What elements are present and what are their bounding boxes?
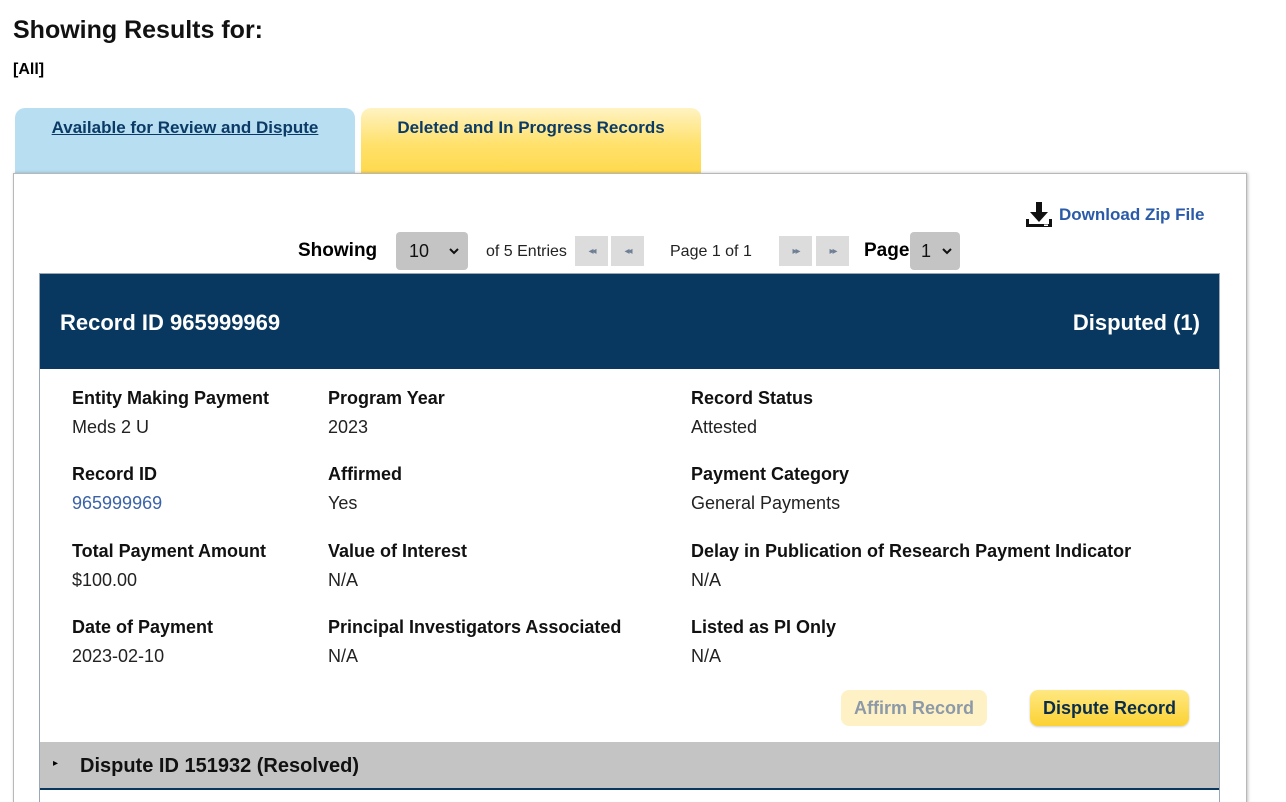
affirm-record-button[interactable]: Affirm Record <box>841 690 987 726</box>
field-date-of-payment: Date of Payment 2023-02-10 <box>72 616 213 667</box>
field-total-payment: Total Payment Amount $100.00 <box>72 540 266 591</box>
pagination-bar: Showing 10 of 5 Entries ◂◂ ◂◂ Page 1 of … <box>0 232 1286 270</box>
dispute-record-button[interactable]: Dispute Record <box>1030 690 1189 726</box>
first-page-icon: ◂◂ <box>588 245 596 257</box>
expand-triangle-icon: ▸ <box>53 758 59 769</box>
field-label: Program Year <box>328 388 445 408</box>
dispute-title: Dispute ID 151932 (Resolved) <box>80 755 359 777</box>
showing-label: Showing <box>298 240 378 261</box>
field-value: N/A <box>691 646 722 666</box>
dispute-status: Disputed (1) <box>1072 310 1200 335</box>
record-header: Record ID 965999969 Disputed (1) <box>40 274 1219 369</box>
field-value: N/A <box>328 570 359 590</box>
page-number-value: 1 <box>921 240 932 261</box>
field-value: 2023-02-10 <box>72 646 165 666</box>
page-indicator: Page 1 of 1 <box>670 243 752 260</box>
tab-available-for-review[interactable]: Available for Review and Dispute <box>15 108 355 174</box>
field-label: Record ID <box>72 464 158 484</box>
field-value: $100.00 <box>72 570 138 590</box>
page-size-value: 10 <box>409 240 430 261</box>
field-label: Listed as PI Only <box>691 617 837 637</box>
page-number-select[interactable]: 1 <box>910 232 960 270</box>
chevron-down-icon <box>942 248 952 255</box>
entries-count: of 5 Entries <box>486 243 567 260</box>
record-title: Record ID 965999969 <box>60 310 281 335</box>
field-label: Date of Payment <box>72 617 214 637</box>
field-label: Delay in Publication of Research Payment… <box>691 541 1132 561</box>
field-program-year: Program Year 2023 <box>328 387 445 438</box>
field-value: Yes <box>328 493 358 513</box>
first-page-button[interactable]: ◂◂ <box>575 236 608 266</box>
download-zip-label: Download Zip File <box>1059 205 1205 224</box>
field-label: Affirmed <box>328 464 403 484</box>
page-label: Page <box>864 240 910 261</box>
download-icon <box>1026 202 1052 227</box>
download-zip-button[interactable]: Download Zip File <box>1024 201 1204 229</box>
field-value: Meds 2 U <box>72 417 150 437</box>
field-label: Entity Making Payment <box>72 388 270 408</box>
field-record-status: Record Status Attested <box>691 387 813 438</box>
field-label: Value of Interest <box>328 541 468 561</box>
last-page-icon: ▸▸ <box>829 245 837 257</box>
record-footer-divider <box>40 788 1219 802</box>
last-page-button[interactable]: ▸▸ <box>816 236 849 266</box>
field-value: N/A <box>691 570 722 590</box>
field-value: Attested <box>691 417 758 437</box>
tab-deleted-label: Deleted and In Progress Records <box>397 118 665 137</box>
page-size-select[interactable]: 10 <box>396 232 468 270</box>
dispute-accordion-toggle[interactable]: ▸ Dispute ID 151932 (Resolved) <box>40 742 1219 788</box>
field-principal-investigators: Principal Investigators Associated N/A <box>328 616 621 667</box>
field-value-of-interest: Value of Interest N/A <box>328 540 467 591</box>
field-value: 2023 <box>328 417 369 437</box>
field-value: General Payments <box>691 493 841 513</box>
field-payment-category: Payment Category General Payments <box>691 463 849 514</box>
tab-deleted-in-progress[interactable]: Deleted and In Progress Records <box>361 108 701 174</box>
previous-page-button[interactable]: ◂◂ <box>611 236 644 266</box>
field-label: Total Payment Amount <box>72 541 267 561</box>
field-label: Payment Category <box>691 464 850 484</box>
field-delay-indicator: Delay in Publication of Research Payment… <box>691 540 1131 591</box>
field-affirmed: Affirmed Yes <box>328 463 402 514</box>
previous-page-icon: ◂◂ <box>624 245 632 257</box>
tab-available-label: Available for Review and Dispute <box>51 118 319 137</box>
field-label: Principal Investigators Associated <box>328 617 622 637</box>
next-page-icon: ▸▸ <box>792 245 800 257</box>
filter-value: [All] <box>13 61 45 78</box>
field-record-id: Record ID 965999969 <box>72 463 162 514</box>
chevron-down-icon <box>449 248 459 255</box>
field-value: N/A <box>328 646 359 666</box>
field-entity: Entity Making Payment Meds 2 U <box>72 387 269 438</box>
record-id-link[interactable]: 965999969 <box>72 492 162 514</box>
next-page-button[interactable]: ▸▸ <box>779 236 812 266</box>
field-label: Record Status <box>691 388 814 408</box>
field-listed-pi-only: Listed as PI Only N/A <box>691 616 836 667</box>
page-title: Showing Results for: <box>13 16 263 44</box>
